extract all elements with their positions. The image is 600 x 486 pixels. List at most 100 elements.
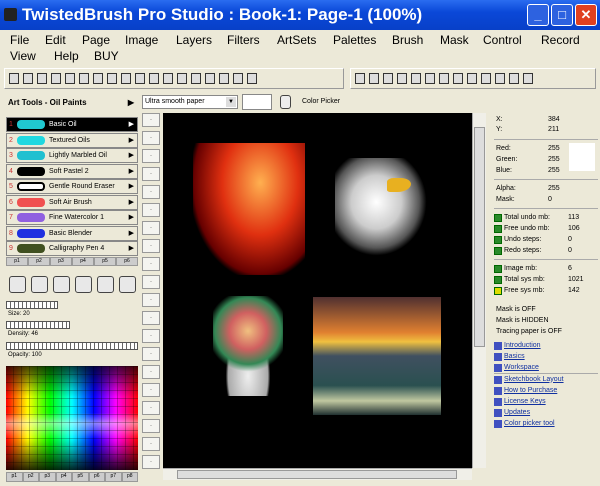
rectangle-select-icon[interactable] [383,73,393,84]
brush-page-tab[interactable]: p4 [72,257,94,266]
color-palette[interactable] [6,366,138,470]
brush-zoom-icon[interactable] [118,276,136,293]
page-icon[interactable] [51,73,61,84]
strength-button[interactable]: · [142,329,160,343]
zoom-fit-icon[interactable] [233,73,243,84]
brush-reset-icon[interactable] [30,276,48,293]
palette-page-tab[interactable]: p7 [105,472,122,482]
strength-button[interactable]: · [142,185,160,199]
brush-add-icon[interactable] [96,276,114,293]
strength-button[interactable]: · [142,257,160,271]
rectangle-icon[interactable] [439,73,449,84]
strength-button[interactable]: · [142,401,160,415]
undo-icon[interactable] [163,73,173,84]
shape-icon[interactable] [509,73,519,84]
menu-record[interactable]: Record [541,33,580,47]
brush-page-tab[interactable]: p2 [28,257,50,266]
palette-page-tab[interactable]: p5 [72,472,89,482]
menu-image[interactable]: Image [125,33,158,47]
redo-icon[interactable] [177,73,187,84]
help-link[interactable]: How to Purchase [504,387,557,394]
pencil-icon[interactable] [93,73,103,84]
density-slider[interactable] [6,321,70,329]
art-tool-item[interactable]: 6 Soft Air Brush ▶ [6,194,138,210]
ellipse-icon[interactable] [453,73,463,84]
horizontal-scrollbar[interactable] [163,468,472,480]
menu-buy[interactable]: BUY [94,49,119,63]
strength-button[interactable]: · [142,203,160,217]
brush-page-tab[interactable]: p1 [6,257,28,266]
drawing-canvas[interactable] [163,113,472,468]
person-icon[interactable] [523,73,533,84]
color-picker-icon[interactable] [355,73,365,84]
mask2-icon[interactable] [495,73,505,84]
strength-button[interactable]: · [142,293,160,307]
menu-artsets[interactable]: ArtSets [277,33,316,47]
vertical-scrollbar[interactable] [472,113,486,468]
brush-link-icon[interactable] [52,276,70,293]
line-icon[interactable] [425,73,435,84]
help-link[interactable]: Introduction [504,342,541,349]
arrow-right-icon[interactable]: ▶ [129,196,134,209]
brush-page-tab[interactable]: p5 [94,257,116,266]
art-tools-header[interactable]: Art Tools - Oil Paints ▶ [4,95,138,110]
art-tool-item[interactable]: 9 Calligraphy Pen 4 ▶ [6,241,138,256]
menu-edit[interactable]: Edit [45,33,66,47]
minimize-button[interactable]: _ [527,4,549,26]
strength-button[interactable]: · [142,275,160,289]
strength-button[interactable]: · [142,221,160,235]
strength-button[interactable]: · [142,149,160,163]
art-tool-item[interactable]: 4 Soft Pastel 2 ▶ [6,163,138,179]
save-icon[interactable] [9,73,19,84]
help-link[interactable]: Color picker tool [504,420,555,427]
size-slider[interactable] [6,301,58,309]
menu-view[interactable]: View [10,49,36,63]
palette-page-tab[interactable]: p3 [39,472,56,482]
strength-button[interactable]: · [142,167,160,181]
help-link[interactable]: Workspace [504,364,539,371]
arrow-right-icon[interactable]: ▶ [129,180,134,193]
menu-page[interactable]: Page [82,33,110,47]
help-link[interactable]: License Keys [504,398,546,405]
strength-button[interactable]: · [142,455,160,469]
paste-icon[interactable] [149,73,159,84]
art-tool-item[interactable]: 3 Lightly Marbled Oil ▶ [6,148,138,163]
arrow-right-icon[interactable]: ▶ [129,242,134,255]
palette-page-tab[interactable]: p4 [55,472,72,482]
close-button[interactable]: ✕ [575,4,597,26]
help-link[interactable]: Sketchbook Layout [504,376,564,383]
mask-icon[interactable] [481,73,491,84]
strength-button[interactable]: · [142,383,160,397]
paper-select[interactable]: Ultra smooth paper ▼ [142,95,238,109]
strength-button[interactable]: · [142,419,160,433]
menu-brush[interactable]: Brush [392,33,423,47]
page-icon[interactable] [23,73,33,84]
art-tool-item[interactable]: 7 Fine Watercolor 1 ▶ [6,210,138,225]
palette-page-tab[interactable]: p2 [22,472,39,482]
maximize-button[interactable]: □ [551,4,573,26]
page-icon[interactable] [37,73,47,84]
scroll-thumb[interactable] [177,470,457,479]
art-tool-item[interactable]: 5 Gentle Round Eraser ▶ [6,179,138,194]
art-tool-item[interactable]: 2 Textured Oils ▶ [6,132,138,148]
brush-page-tab[interactable]: p6 [116,257,138,266]
move-icon[interactable] [411,73,421,84]
menu-filters[interactable]: Filters [227,33,260,47]
palette-page-tab[interactable]: p8 [121,472,138,482]
menu-palettes[interactable]: Palettes [333,33,376,47]
menu-layers[interactable]: Layers [176,33,212,47]
brush-page-tab[interactable]: p3 [50,257,72,266]
fill-icon[interactable] [467,73,477,84]
strength-button[interactable]: · [142,239,160,253]
arrow-right-icon[interactable]: ▶ [129,165,134,178]
art-tool-item[interactable]: 1 Basic Oil ▶ [6,117,138,132]
strength-button[interactable]: · [142,311,160,325]
current-color-swatch[interactable] [242,94,272,110]
arrow-right-icon[interactable]: ▶ [129,134,134,147]
menu-control[interactable]: Control [483,33,522,47]
palette-page-tab[interactable]: p1 [6,472,23,482]
strength-button[interactable]: · [142,113,160,127]
strength-button[interactable]: · [142,347,160,361]
menu-mask[interactable]: Mask [440,33,469,47]
arrow-right-icon[interactable]: ▶ [129,118,134,131]
